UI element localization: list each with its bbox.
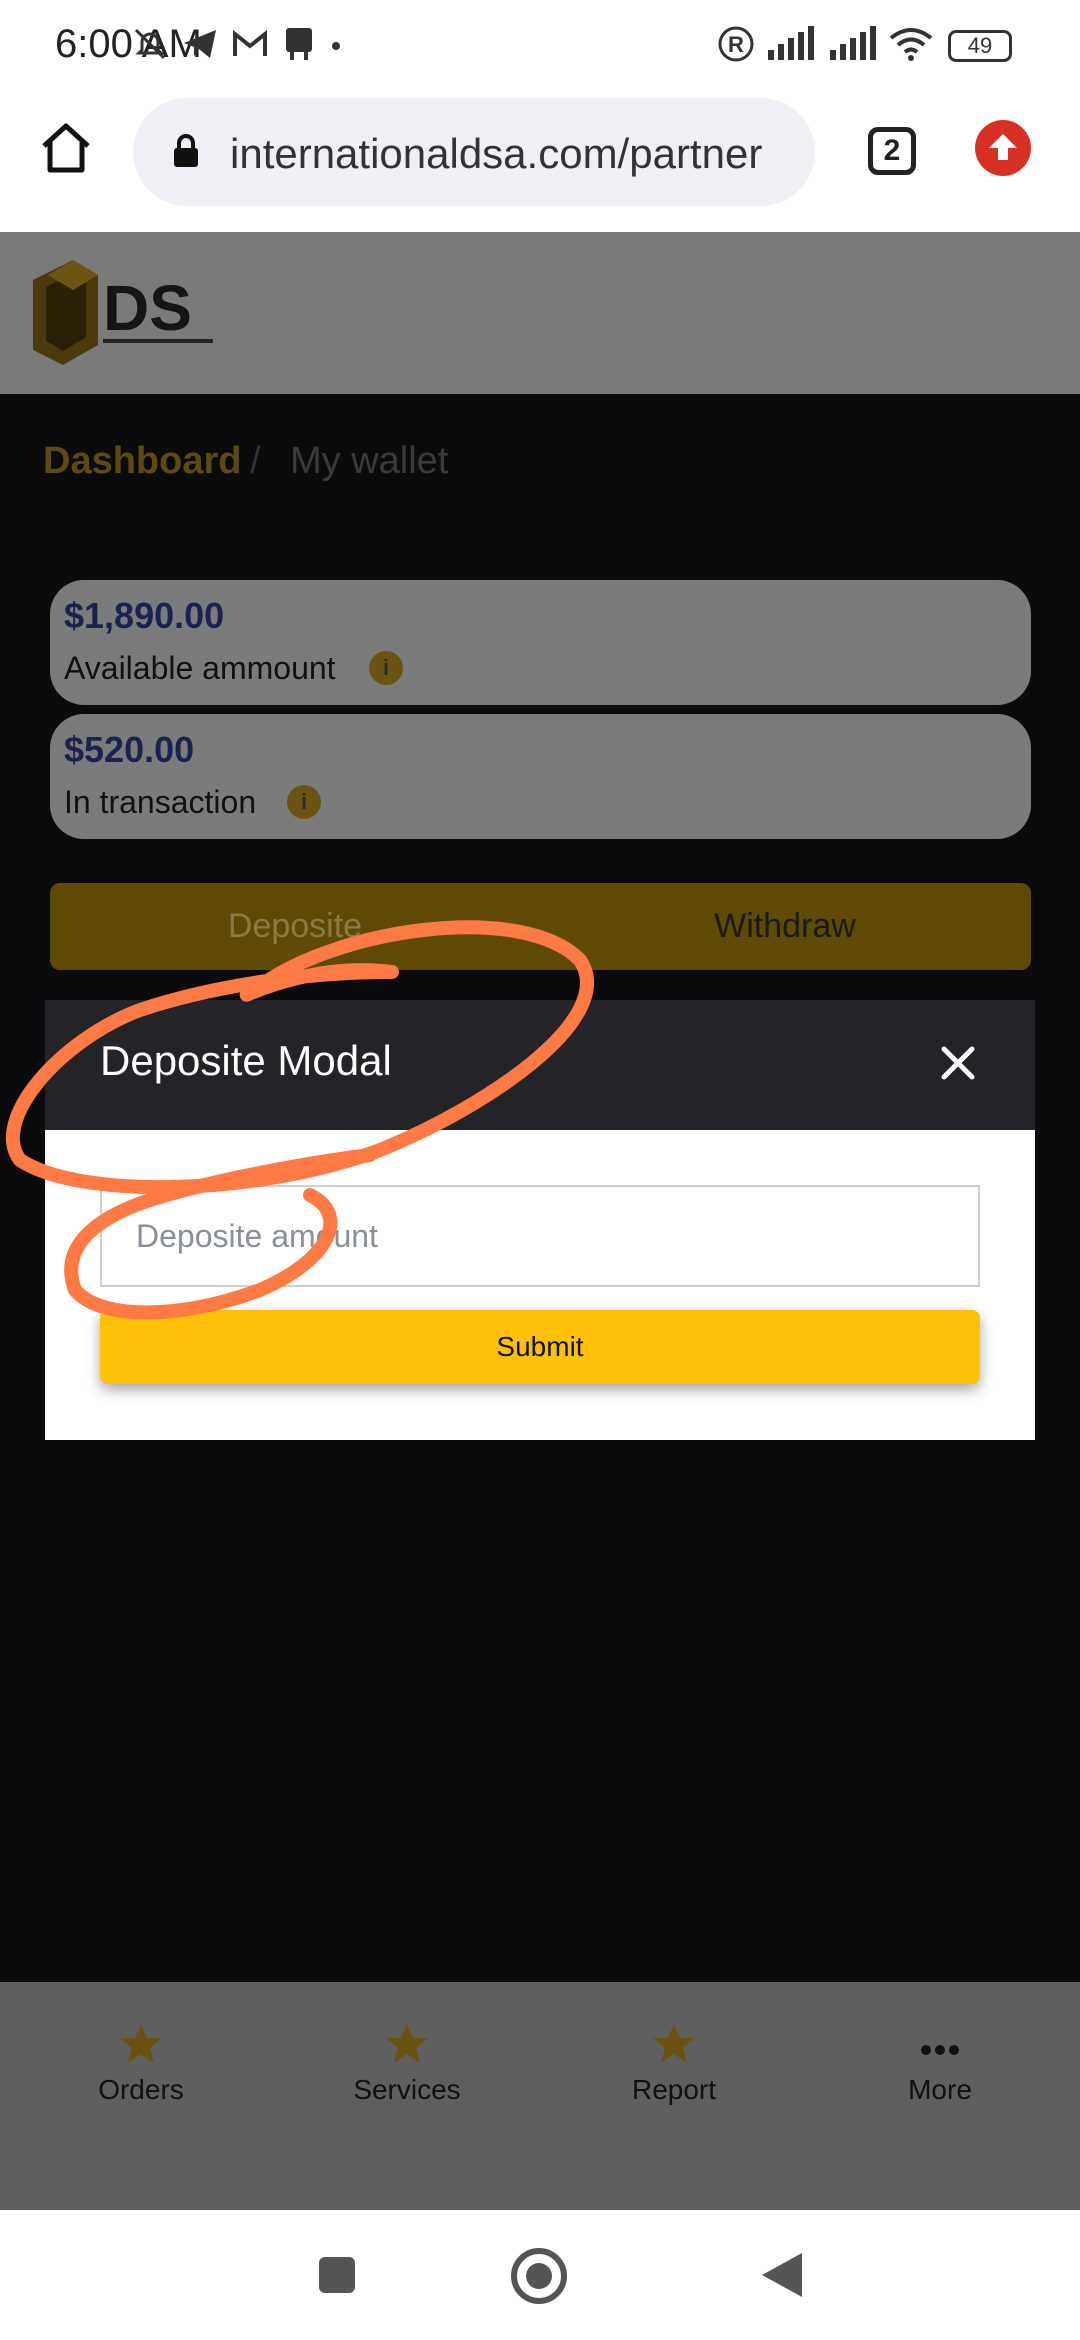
nav-label: Report: [631, 2074, 717, 2105]
available-amount-value: $1,890.00: [64, 595, 225, 636]
withdraw-tab[interactable]: Withdraw: [540, 883, 1030, 970]
more-notifications-dot-icon: [316, 24, 356, 64]
in-transaction-label: In transaction: [64, 784, 257, 820]
nav-item-more[interactable]: More: [840, 2020, 1040, 2106]
home-icon[interactable]: [36, 118, 96, 178]
signal-2-icon: [826, 24, 882, 64]
submit-button[interactable]: Submit: [100, 1310, 980, 1384]
url-text[interactable]: internationaldsa.com/partner: [230, 126, 795, 182]
wifi-icon: [888, 24, 934, 64]
more-dots-icon: [921, 2045, 959, 2055]
gmail-icon: [230, 24, 270, 64]
info-icon[interactable]: i: [287, 785, 321, 819]
signal-icon: [764, 24, 820, 64]
available-amount-label: Available ammount: [64, 650, 336, 686]
deposite-tab[interactable]: Deposite: [50, 883, 540, 970]
breadcrumb-separator: /: [250, 440, 261, 482]
nav-item-report[interactable]: Report: [574, 2020, 774, 2106]
back-triangle-icon[interactable]: [758, 2250, 806, 2300]
star-icon: [120, 2024, 162, 2063]
tabs-button[interactable]: 2: [868, 127, 916, 175]
muted-bell-icon: [130, 24, 170, 64]
home-circle-icon[interactable]: [510, 2247, 568, 2305]
recents-square-icon[interactable]: [316, 2254, 358, 2296]
notification-app-icon: [280, 24, 320, 64]
lock-icon: [172, 133, 200, 169]
logo-text: DS: [103, 272, 192, 344]
battery-icon: 49: [948, 30, 1012, 62]
nav-item-orders[interactable]: Orders: [41, 2020, 241, 2106]
in-transaction-value: $520.00: [64, 729, 195, 770]
nav-label: Services: [353, 2074, 461, 2105]
nav-label: Orders: [98, 2074, 184, 2105]
star-icon: [386, 2024, 428, 2063]
modal-title: Deposite Modal: [100, 1037, 392, 1084]
close-icon[interactable]: [930, 1035, 986, 1091]
deposite-amount-input[interactable]: [100, 1185, 980, 1287]
registered-icon: R: [716, 24, 756, 64]
star-icon: [653, 2024, 695, 2063]
site-logo[interactable]: DS: [28, 255, 218, 370]
telegram-icon: [180, 24, 220, 64]
info-icon[interactable]: i: [369, 651, 403, 685]
breadcrumb-dashboard-link[interactable]: Dashboard: [43, 440, 241, 483]
breadcrumb-current: My wallet: [290, 440, 449, 482]
nav-label: More: [908, 2074, 972, 2105]
update-arrow-icon[interactable]: [975, 120, 1031, 176]
svg-text:R: R: [728, 32, 744, 57]
nav-item-services[interactable]: Services: [307, 2020, 507, 2106]
